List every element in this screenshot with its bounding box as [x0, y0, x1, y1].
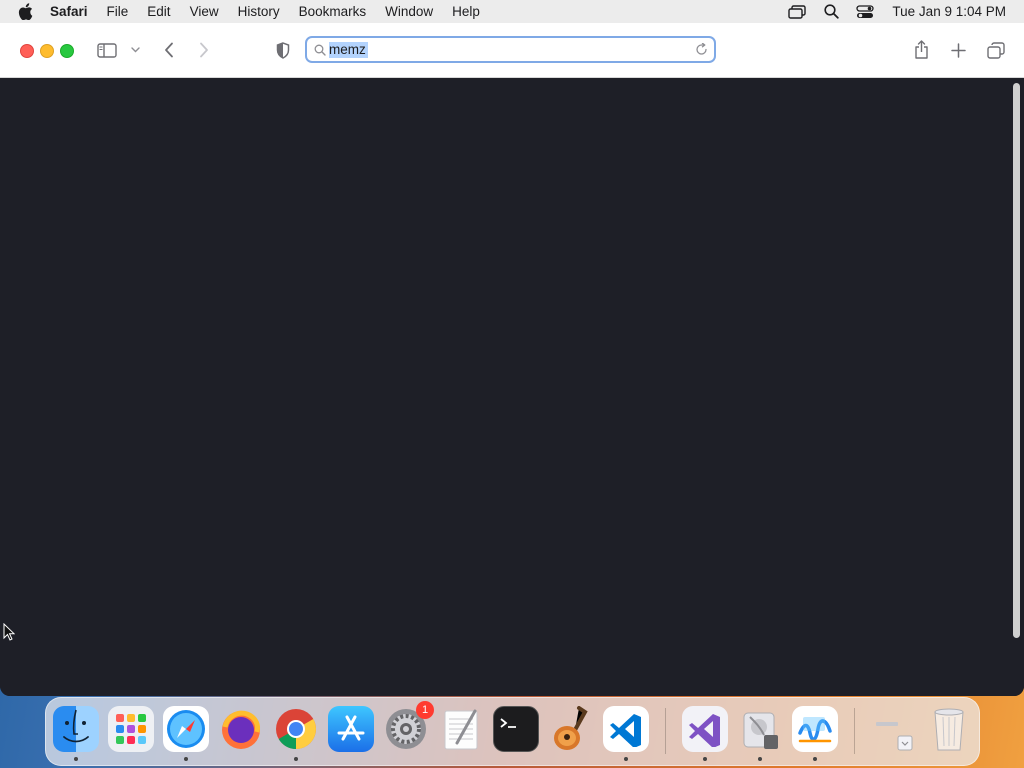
address-bar[interactable]	[305, 36, 716, 63]
running-indicator	[184, 757, 188, 761]
freeform-app-icon[interactable]	[792, 706, 838, 752]
sidebar-toggle-icon[interactable]	[96, 41, 118, 59]
back-button-icon[interactable]	[160, 40, 178, 60]
running-indicator	[74, 757, 78, 761]
finder-app-icon[interactable]	[53, 706, 99, 752]
menu-history[interactable]: History	[238, 4, 280, 19]
close-window-button[interactable]	[20, 44, 34, 58]
disk-utility-app-icon[interactable]	[737, 706, 783, 752]
vscode-app-icon[interactable]	[603, 706, 649, 752]
tab-overview-icon[interactable]	[985, 40, 1007, 60]
apple-menu-icon[interactable]	[18, 3, 36, 21]
menu-help[interactable]: Help	[452, 4, 480, 19]
search-icon	[314, 43, 326, 61]
textedit-app-icon[interactable]	[438, 706, 484, 752]
running-indicator	[703, 757, 707, 761]
menu-bar: Safari File Edit View History Bookmarks …	[0, 0, 1024, 23]
menu-file[interactable]: File	[107, 4, 129, 19]
menu-view[interactable]: View	[190, 4, 219, 19]
launchpad-app-icon[interactable]	[108, 706, 154, 752]
visual-studio-app-icon[interactable]	[682, 706, 728, 752]
menu-bar-clock[interactable]: Tue Jan 9 1:04 PM	[892, 4, 1006, 19]
firefox-app-icon[interactable]	[218, 706, 264, 752]
safari-toolbar	[0, 23, 1024, 78]
dock-separator	[854, 708, 855, 754]
running-indicator	[294, 757, 298, 761]
mouse-cursor-icon	[3, 622, 16, 646]
running-indicator	[758, 757, 762, 761]
running-indicator	[624, 757, 628, 761]
notification-badge: 1	[416, 701, 434, 719]
address-bar-input[interactable]	[329, 40, 689, 59]
app-store-app-icon[interactable]	[328, 706, 374, 752]
screen-mirroring-icon[interactable]	[786, 4, 808, 20]
trash-icon[interactable]	[926, 706, 972, 752]
chrome-app-icon[interactable]	[273, 706, 319, 752]
chevron-down-icon[interactable]	[129, 45, 141, 55]
control-center-icon[interactable]	[854, 4, 876, 20]
share-icon[interactable]	[911, 38, 931, 60]
privacy-shield-icon[interactable]	[273, 40, 293, 60]
minimize-window-button[interactable]	[40, 44, 54, 58]
menu-bookmarks[interactable]: Bookmarks	[299, 4, 367, 19]
running-indicator	[813, 757, 817, 761]
vertical-scrollbar[interactable]	[1013, 83, 1020, 638]
zoom-window-button[interactable]	[60, 44, 74, 58]
spotlight-search-icon[interactable]	[820, 4, 842, 20]
downloads-stack-icon[interactable]	[872, 706, 918, 752]
new-tab-icon[interactable]	[948, 40, 968, 60]
safari-app-icon[interactable]	[163, 706, 209, 752]
menu-window[interactable]: Window	[385, 4, 433, 19]
dock-separator	[665, 708, 666, 754]
reload-icon[interactable]	[695, 42, 708, 61]
dock: 1	[45, 697, 980, 766]
web-content-area[interactable]	[0, 78, 1024, 696]
forward-button-icon[interactable]	[195, 40, 213, 60]
menu-edit[interactable]: Edit	[147, 4, 170, 19]
menu-app-name[interactable]: Safari	[50, 4, 88, 19]
safari-window	[0, 23, 1024, 696]
garageband-app-icon[interactable]	[548, 706, 594, 752]
terminal-app-icon[interactable]	[493, 706, 539, 752]
